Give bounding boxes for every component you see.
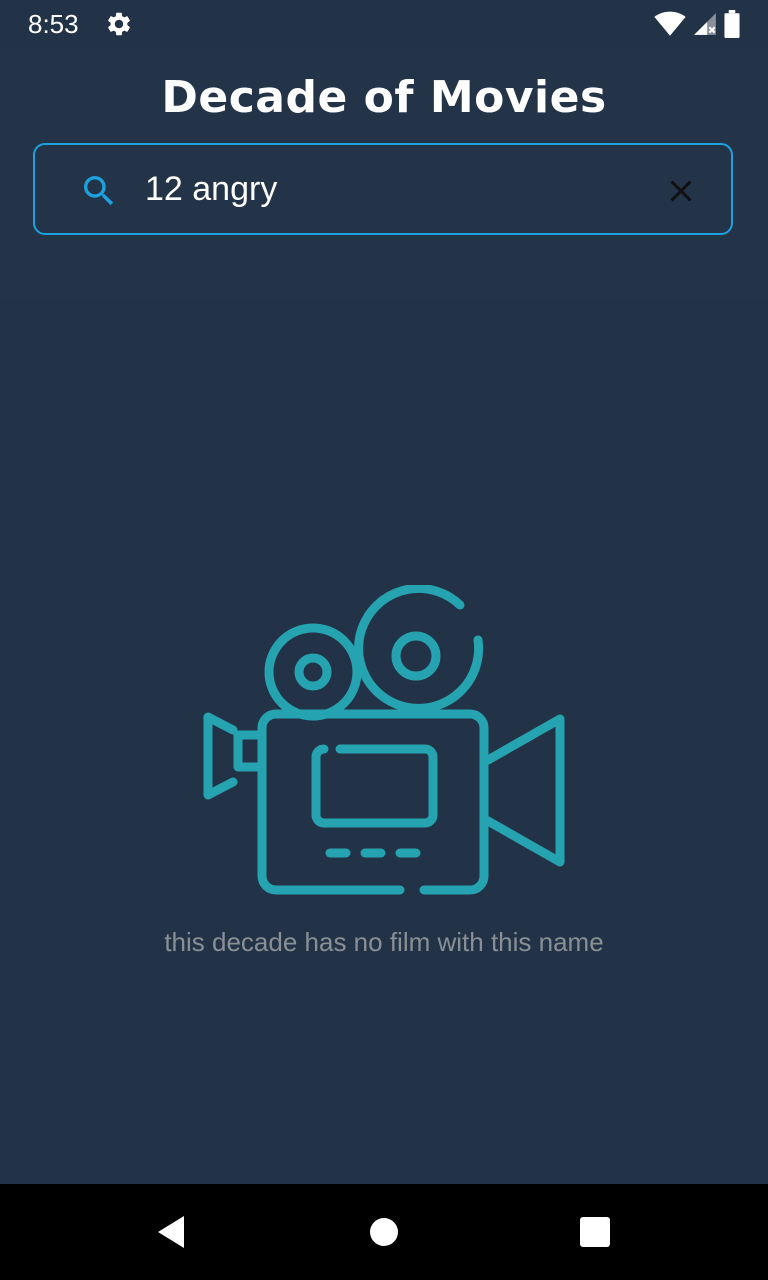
status-bar: 8:53 bbox=[0, 0, 768, 48]
page-title: Decade of Movies bbox=[161, 72, 607, 123]
search-icon[interactable] bbox=[79, 171, 119, 211]
recents-icon[interactable] bbox=[571, 1208, 619, 1256]
empty-state-message: this decade has no film with this name bbox=[164, 927, 604, 957]
status-time: 8:53 bbox=[28, 9, 79, 39]
status-icons bbox=[654, 10, 740, 38]
results-area: this decade has no film with this name bbox=[0, 300, 768, 1184]
close-icon[interactable] bbox=[663, 173, 699, 209]
home-icon[interactable] bbox=[360, 1208, 408, 1256]
gear-icon bbox=[108, 12, 130, 36]
app-screen: 8:53 Decade of Movies 12 angry this deca… bbox=[0, 0, 768, 1280]
navigation-bar bbox=[0, 1184, 768, 1280]
search-box[interactable] bbox=[33, 143, 733, 235]
back-icon[interactable] bbox=[148, 1208, 196, 1256]
movie-camera-icon bbox=[203, 585, 565, 895]
battery-icon bbox=[724, 10, 740, 38]
signal-icon bbox=[694, 13, 716, 35]
search-input[interactable] bbox=[145, 163, 625, 215]
wifi-icon bbox=[654, 11, 686, 36]
app-header: Decade of Movies bbox=[0, 48, 768, 300]
